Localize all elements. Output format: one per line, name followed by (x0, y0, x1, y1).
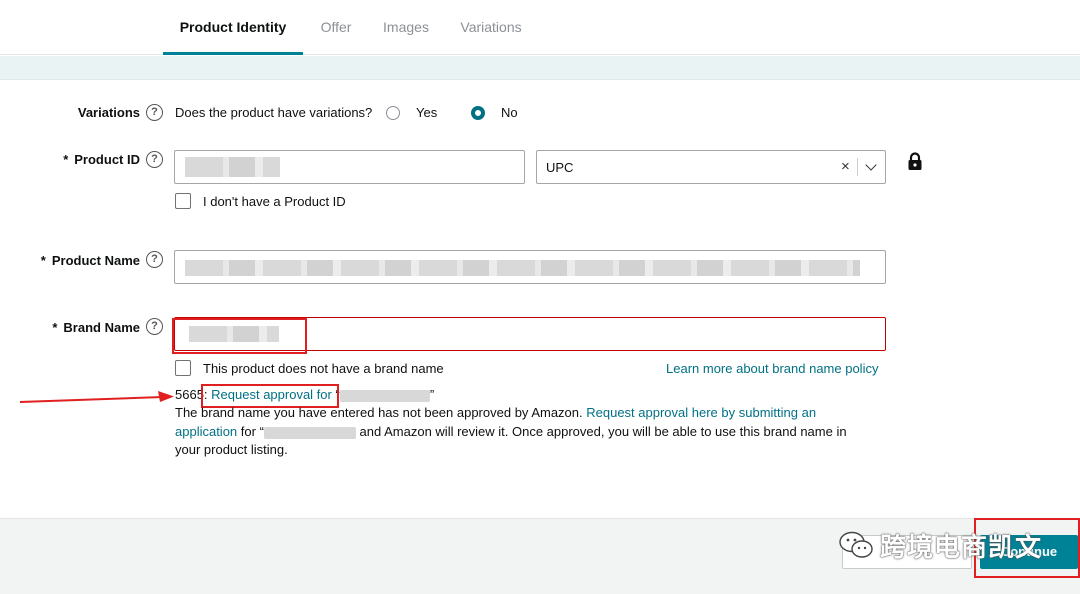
product-id-type-value: UPC (546, 160, 574, 175)
product-id-label-text: Product ID (74, 152, 140, 167)
question-circle-icon[interactable]: ? (146, 151, 163, 168)
product-id-label: * Product ID (40, 152, 140, 167)
brand-policy-link[interactable]: Learn more about brand name policy (666, 361, 878, 376)
request-approval-here-link[interactable]: Request approval here by submitting an (586, 405, 816, 420)
brand-name-label-text: Brand Name (63, 320, 140, 335)
watermark-text: 跨境电商凯文 (880, 533, 1043, 563)
tab-images[interactable]: Images (375, 0, 437, 55)
brand-name-label: * Brand Name (20, 320, 140, 335)
product-name-label-text: Product Name (51, 253, 140, 268)
tab-product-identity[interactable]: Product Identity (163, 0, 303, 55)
required-mark: * (40, 253, 46, 268)
variations-no-radio[interactable] (471, 106, 485, 120)
variations-yes-radio[interactable] (386, 106, 400, 120)
product-name-label: * Product Name (20, 253, 140, 268)
no-brand-label: This product does not have a brand name (203, 361, 444, 376)
variations-yes-label: Yes (416, 105, 438, 120)
redacted-value (185, 260, 860, 276)
annotation-box (172, 318, 307, 354)
section-band (0, 56, 1080, 80)
quote-close: ” (429, 387, 435, 402)
brand-error-line2: The brand name you have entered has not … (175, 404, 895, 423)
redacted-brand (263, 426, 356, 439)
product-name-input[interactable] (174, 250, 886, 284)
chevron-down-icon[interactable] (865, 159, 877, 171)
question-circle-icon[interactable]: ? (146, 318, 163, 335)
no-product-id-checkbox[interactable] (175, 193, 191, 209)
lock-icon (908, 152, 922, 170)
variations-label: Variations (77, 105, 140, 120)
brand-error-line3: application for “ and Amazon will review… (175, 423, 895, 442)
no-brand-checkbox[interactable] (175, 360, 191, 376)
application-link[interactable]: application (175, 424, 237, 439)
redacted-value (185, 157, 280, 177)
select-divider (857, 158, 858, 176)
listing-page: Product Identity Offer Images Variations… (0, 0, 1080, 594)
tab-variations[interactable]: Variations (452, 0, 530, 55)
error-text: The brand name you have entered has not … (175, 405, 583, 420)
brand-error-line4: your product listing. (175, 441, 895, 460)
error-text: your product listing. (175, 442, 288, 457)
variations-no-label: No (501, 105, 518, 120)
product-id-input[interactable] (174, 150, 525, 184)
variations-question: Does the product have variations? (175, 105, 373, 120)
wechat-icon (839, 531, 873, 558)
required-mark: * (63, 152, 69, 167)
annotation-arrow (19, 391, 174, 403)
error-text: for “ (240, 424, 264, 439)
error-text: and Amazon will review it. Once approved… (359, 424, 847, 439)
product-id-type-select[interactable]: UPC × (536, 150, 886, 184)
error-code: 5665 (175, 387, 204, 402)
question-circle-icon[interactable]: ? (146, 104, 163, 121)
tab-bar: Product Identity Offer Images Variations (0, 0, 1080, 55)
tab-offer[interactable]: Offer (310, 0, 362, 55)
question-circle-icon[interactable]: ? (146, 251, 163, 268)
no-product-id-label: I don't have a Product ID (203, 194, 346, 209)
required-mark: * (52, 320, 58, 335)
x-icon[interactable]: × (841, 158, 850, 175)
redacted-brand (339, 389, 430, 402)
